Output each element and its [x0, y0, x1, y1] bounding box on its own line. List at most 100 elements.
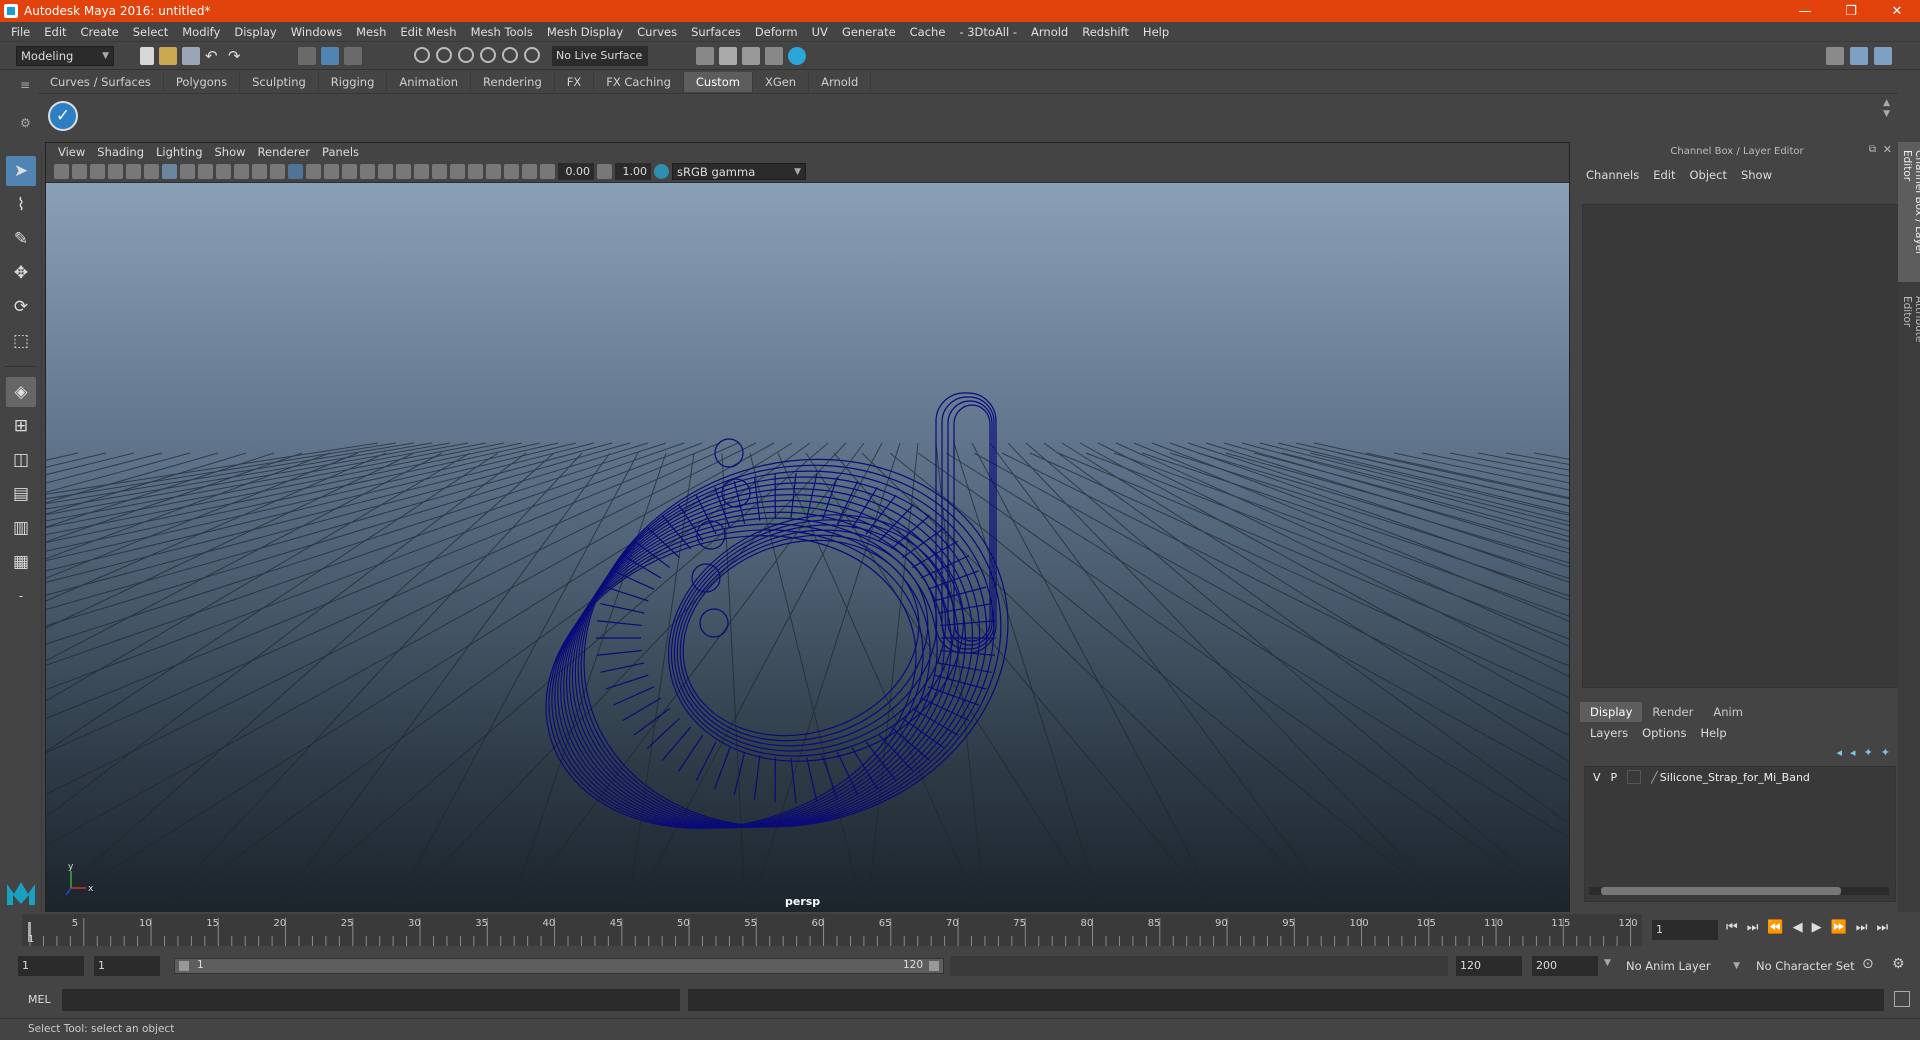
- smooth-shade-icon[interactable]: [306, 164, 321, 179]
- grid-icon[interactable]: [162, 164, 177, 179]
- 2d-pan-zoom-icon[interactable]: [126, 164, 141, 179]
- tab-attribute-editor[interactable]: Attribute Editor: [1898, 288, 1920, 384]
- ipr-render-icon[interactable]: [742, 47, 760, 65]
- select-hierarchy-icon[interactable]: [298, 47, 316, 65]
- move-layer-down-icon[interactable]: ◂: [1850, 746, 1856, 759]
- make-live-icon[interactable]: [524, 47, 540, 63]
- single-view-layout-icon[interactable]: ◈: [6, 377, 36, 407]
- snap-point-icon[interactable]: [458, 47, 474, 63]
- range-start-handle[interactable]: [179, 961, 189, 971]
- screen-space-ao-icon[interactable]: [396, 164, 411, 179]
- tab-fx-caching[interactable]: FX Caching: [594, 72, 684, 92]
- image-plane-icon[interactable]: [108, 164, 123, 179]
- menu-select[interactable]: Select: [126, 25, 175, 39]
- move-layer-up-icon[interactable]: ◂: [1837, 746, 1843, 759]
- use-all-lights-icon[interactable]: [360, 164, 375, 179]
- go-to-end-icon[interactable]: ⏭: [1876, 920, 1888, 935]
- viewport-menu-panels[interactable]: Panels: [316, 145, 365, 159]
- layer-color-swatch[interactable]: [1627, 770, 1642, 784]
- animation-preferences-icon[interactable]: ⚙: [1892, 956, 1905, 972]
- tab-curves-surfaces[interactable]: Curves / Surfaces: [38, 72, 164, 92]
- rotate-tool-icon[interactable]: ⟳: [6, 292, 36, 322]
- gate-mask-icon[interactable]: [216, 164, 231, 179]
- play-forwards-icon[interactable]: ▶: [1812, 920, 1822, 935]
- step-back-key-icon[interactable]: ⏭: [1747, 920, 1759, 935]
- menu-file[interactable]: File: [4, 25, 37, 39]
- play-backwards-icon[interactable]: ◀: [1793, 920, 1803, 935]
- close-panel-icon[interactable]: ✕: [1883, 143, 1892, 156]
- tab-anim[interactable]: Anim: [1703, 702, 1753, 722]
- paint-select-tool-icon[interactable]: ✎: [6, 224, 36, 254]
- outliner-layout-icon[interactable]: ▤: [6, 479, 36, 509]
- hypershade-layout-icon[interactable]: ▦: [6, 547, 36, 577]
- render-settings-icon[interactable]: [696, 47, 714, 65]
- auto-key-icon[interactable]: ⊙: [1862, 956, 1874, 972]
- layer-list-scrollbar[interactable]: [1589, 887, 1889, 895]
- snap-grid-icon[interactable]: [414, 47, 430, 63]
- exposure-field[interactable]: 0.00: [558, 163, 594, 180]
- two-pane-layout-icon[interactable]: ◫: [6, 445, 36, 475]
- options-menu[interactable]: Options: [1642, 726, 1686, 740]
- layer-playback-toggle[interactable]: P: [1611, 771, 1618, 784]
- field-chart-icon[interactable]: [234, 164, 249, 179]
- tab-rendering[interactable]: Rendering: [471, 72, 555, 92]
- animation-start-field[interactable]: 1: [18, 956, 84, 976]
- menu-create[interactable]: Create: [74, 25, 126, 39]
- menu-edit-mesh[interactable]: Edit Mesh: [393, 25, 463, 39]
- new-scene-icon[interactable]: [140, 47, 154, 65]
- command-input[interactable]: [62, 989, 680, 1011]
- viewport-menu-shading[interactable]: Shading: [91, 145, 150, 159]
- default-material-icon[interactable]: [324, 164, 339, 179]
- menu-curves[interactable]: Curves: [630, 25, 684, 39]
- float-panel-icon[interactable]: ⧉: [1869, 144, 1876, 155]
- motion-blur-icon[interactable]: [414, 164, 429, 179]
- tab-channel-box-layer-editor[interactable]: Channel Box / Layer Editor: [1898, 142, 1920, 282]
- safe-title-icon[interactable]: [270, 164, 285, 179]
- layer-help-menu[interactable]: Help: [1700, 726, 1726, 740]
- shadows-icon[interactable]: [378, 164, 393, 179]
- film-gate-icon[interactable]: [180, 164, 195, 179]
- snap-curve-icon[interactable]: [436, 47, 452, 63]
- xray-components-icon[interactable]: [522, 164, 537, 179]
- layer-visibility-toggle[interactable]: V: [1593, 771, 1601, 784]
- render-frame-icon[interactable]: [719, 47, 737, 65]
- select-tool-icon[interactable]: ➤: [6, 156, 36, 186]
- channel-object-menu[interactable]: Object: [1690, 168, 1727, 186]
- checkmark-shelf-icon[interactable]: ✓: [48, 101, 78, 131]
- layer-list-scrollbar-thumb[interactable]: [1601, 887, 1841, 895]
- four-view-layout-icon[interactable]: ⊞: [6, 411, 36, 441]
- playback-end-field[interactable]: 120: [1456, 956, 1522, 976]
- lasso-tool-icon[interactable]: ⌇: [6, 190, 36, 220]
- close-button[interactable]: ✕: [1874, 4, 1920, 19]
- command-language-label[interactable]: MEL: [28, 993, 51, 1006]
- tab-render[interactable]: Render: [1642, 702, 1703, 722]
- range-end-handle[interactable]: [929, 961, 939, 971]
- tab-custom[interactable]: Custom: [683, 72, 753, 92]
- viewport-menu-renderer[interactable]: Renderer: [252, 145, 317, 159]
- anim-layer-dropdown[interactable]: No Anim Layer ▼: [1622, 956, 1744, 976]
- animation-end-field[interactable]: 200: [1532, 956, 1598, 976]
- gamma-icon[interactable]: [597, 164, 612, 179]
- scale-tool-icon[interactable]: ⬚: [6, 326, 36, 356]
- menu-redshift[interactable]: Redshift: [1075, 25, 1136, 39]
- tab-xgen[interactable]: XGen: [753, 72, 810, 92]
- undo-icon[interactable]: ↶: [205, 47, 223, 65]
- shelf-menu-icon[interactable]: ≡: [20, 78, 30, 92]
- graph-layout-icon[interactable]: ▥: [6, 513, 36, 543]
- channels-menu[interactable]: Channels: [1586, 168, 1639, 186]
- mode-dropdown[interactable]: Modeling ▼: [16, 46, 114, 66]
- multisample-aa-icon[interactable]: [432, 164, 447, 179]
- menu-edit[interactable]: Edit: [37, 25, 73, 39]
- playback-start-field[interactable]: 1: [94, 956, 160, 976]
- color-management-icon[interactable]: [654, 164, 669, 179]
- menu-mesh-display[interactable]: Mesh Display: [540, 25, 630, 39]
- exposure-icon[interactable]: [540, 164, 555, 179]
- go-to-start-icon[interactable]: ⏮: [1726, 920, 1738, 935]
- current-frame-field[interactable]: 1: [1652, 920, 1718, 940]
- snap-view-plane-icon[interactable]: [480, 47, 496, 63]
- wireframe-icon[interactable]: [288, 164, 303, 179]
- step-back-frame-icon[interactable]: ⏪: [1767, 920, 1783, 935]
- tab-rigging[interactable]: Rigging: [319, 72, 388, 92]
- menu-modify[interactable]: Modify: [175, 25, 227, 39]
- modeling-toolkit-icon[interactable]: [1826, 47, 1844, 65]
